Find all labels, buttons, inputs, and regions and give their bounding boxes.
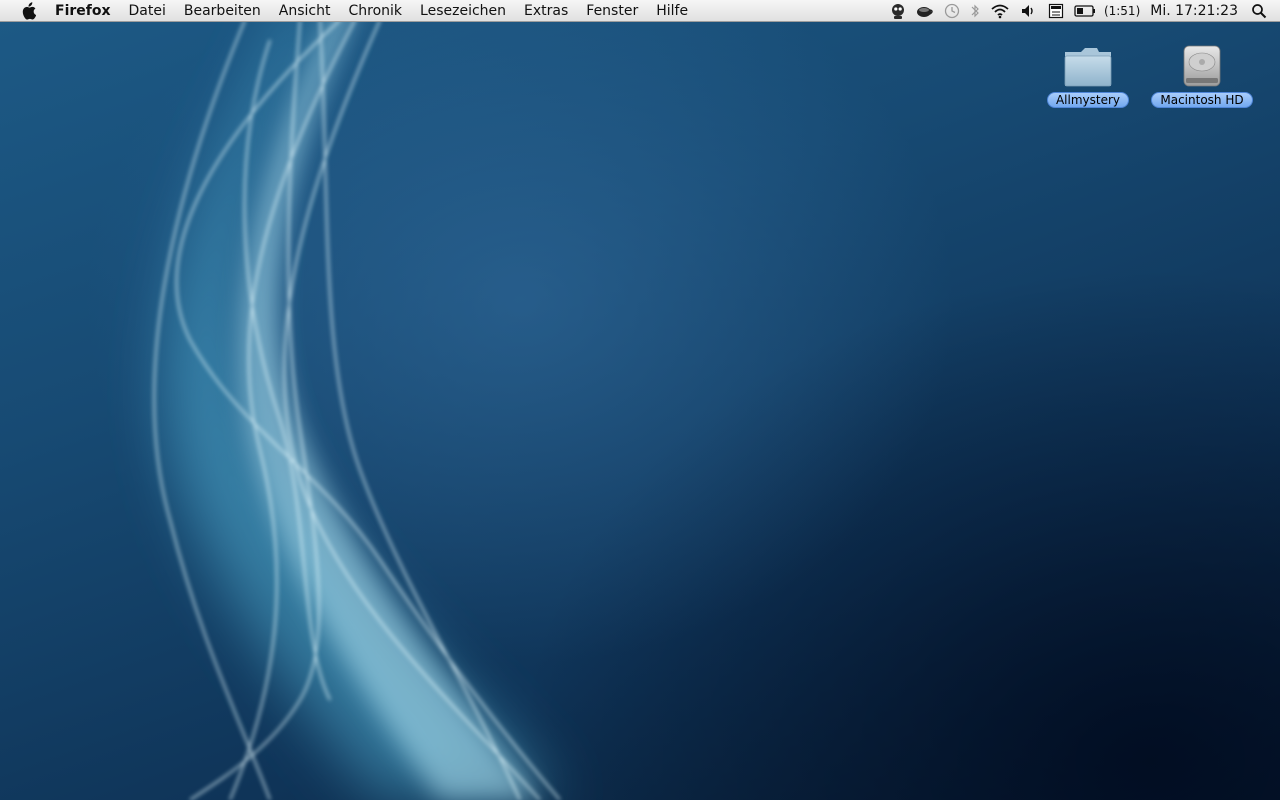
menu-lesezeichen[interactable]: Lesezeichen [411, 0, 515, 22]
menu-hilfe[interactable]: Hilfe [647, 0, 697, 22]
menu-ansicht[interactable]: Ansicht [270, 0, 340, 22]
menu-datei[interactable]: Datei [120, 0, 175, 22]
volume-icon[interactable] [1020, 0, 1038, 22]
spotlight-search-icon[interactable] [1251, 0, 1267, 22]
menu-bearbeiten[interactable]: Bearbeiten [175, 0, 270, 22]
battery-icon[interactable] [1074, 0, 1096, 22]
menu-extras[interactable]: Extras [515, 0, 577, 22]
status-menus: (1:51) Mi. 17:21:23 [885, 0, 1280, 22]
desktop-icon-label: Allmystery [1046, 92, 1130, 108]
desktop-icon-macintosh-hd[interactable]: Macintosh HD [1147, 32, 1257, 108]
keyboard-input-icon[interactable] [1048, 0, 1064, 22]
folder-icon [1060, 32, 1116, 88]
battery-time[interactable]: (1:51) [1104, 4, 1140, 18]
desktop-icon-label: Macintosh HD [1151, 92, 1253, 108]
time-machine-icon[interactable] [944, 0, 960, 22]
menubar-clock[interactable]: Mi. 17:21:23 [1150, 3, 1238, 19]
coffee-icon[interactable] [916, 0, 934, 22]
wallpaper [153, 0, 561, 800]
menu-chronik[interactable]: Chronik [340, 0, 412, 22]
desktop[interactable]: Firefox Datei Bearbeiten Ansicht Chronik… [0, 0, 1280, 800]
hard-drive-icon [1174, 32, 1230, 88]
growl-icon[interactable] [890, 0, 906, 22]
apple-menu-icon[interactable] [17, 0, 39, 22]
wifi-icon[interactable] [990, 0, 1010, 22]
menu-fenster[interactable]: Fenster [577, 0, 647, 22]
menu-app-firefox[interactable]: Firefox [53, 0, 120, 22]
desktop-icon-allmystery[interactable]: Allmystery [1033, 32, 1143, 108]
bluetooth-icon[interactable] [970, 0, 980, 22]
menu-bar: Firefox Datei Bearbeiten Ansicht Chronik… [0, 0, 1280, 22]
